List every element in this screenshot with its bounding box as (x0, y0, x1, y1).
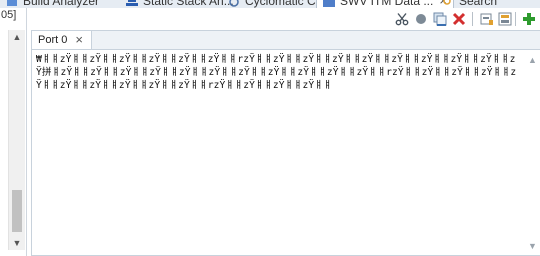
tab-port-0[interactable]: Port 0 × (32, 31, 92, 49)
tab-label: Static Stack An... (143, 0, 234, 8)
console-toolbar (27, 8, 540, 30)
tab-label: SWV ITM Data ... (340, 0, 434, 8)
left-panel-label: 05] (1, 9, 17, 21)
console-view: Port 0 × ₩ㅒㅒzŸㅒㅒzŸㅒㅒzŸㅒㅒzŸㅒㅒzŸㅒㅒzŸㅒㅒrzŸㅒ… (31, 30, 540, 256)
scroll-down-arrow-icon[interactable]: ▼ (525, 239, 540, 253)
console-icon (323, 0, 335, 7)
close-icon[interactable]: × (75, 33, 83, 46)
scrollbar-thumb[interactable] (12, 190, 22, 232)
console-scrollbar[interactable]: ▲ ▼ (525, 51, 540, 255)
toolbar-separator (472, 12, 473, 26)
search-icon (442, 0, 454, 6)
tab-search[interactable]: Search (442, 0, 497, 8)
tab-static-stack-analyzer[interactable]: Static Stack An... (126, 0, 234, 8)
toolbar-separator (515, 12, 516, 26)
left-panel-scrollbar[interactable]: ▲ ▼ (8, 30, 25, 250)
static-stack-icon (126, 0, 138, 6)
console-output: ₩ㅒㅒzŸㅒㅒzŸㅒㅒzŸㅒㅒzŸㅒㅒzŸㅒㅒzŸㅒㅒrzŸㅒㅒzŸㅒㅒzŸㅒㅒ… (36, 54, 517, 91)
cyclomatic-icon (228, 0, 240, 7)
scroll-up-arrow-icon[interactable]: ▲ (9, 30, 25, 44)
left-panel: 05] ▲ ▼ (0, 8, 27, 256)
record-icon[interactable] (413, 11, 429, 27)
tab-label: Search (459, 0, 498, 8)
scroll-down-arrow-icon[interactable]: ▼ (9, 236, 25, 250)
console-view-tabbar: Port 0 × (32, 31, 540, 50)
scroll-up-arrow-icon[interactable]: ▲ (525, 53, 540, 67)
tab-build-analyzer[interactable]: Build Analyzer (6, 0, 99, 8)
display-icon[interactable] (497, 11, 513, 27)
tab-port-label: Port 0 (38, 34, 68, 46)
tab-label: Build Analyzer (23, 0, 100, 8)
copy-icon[interactable] (432, 11, 448, 27)
new-console-icon[interactable] (521, 11, 537, 27)
scissors-icon[interactable] (394, 11, 410, 27)
clear-console-icon[interactable] (451, 11, 467, 27)
pin-icon[interactable] (479, 11, 495, 27)
build-analyzer-icon (6, 0, 18, 6)
